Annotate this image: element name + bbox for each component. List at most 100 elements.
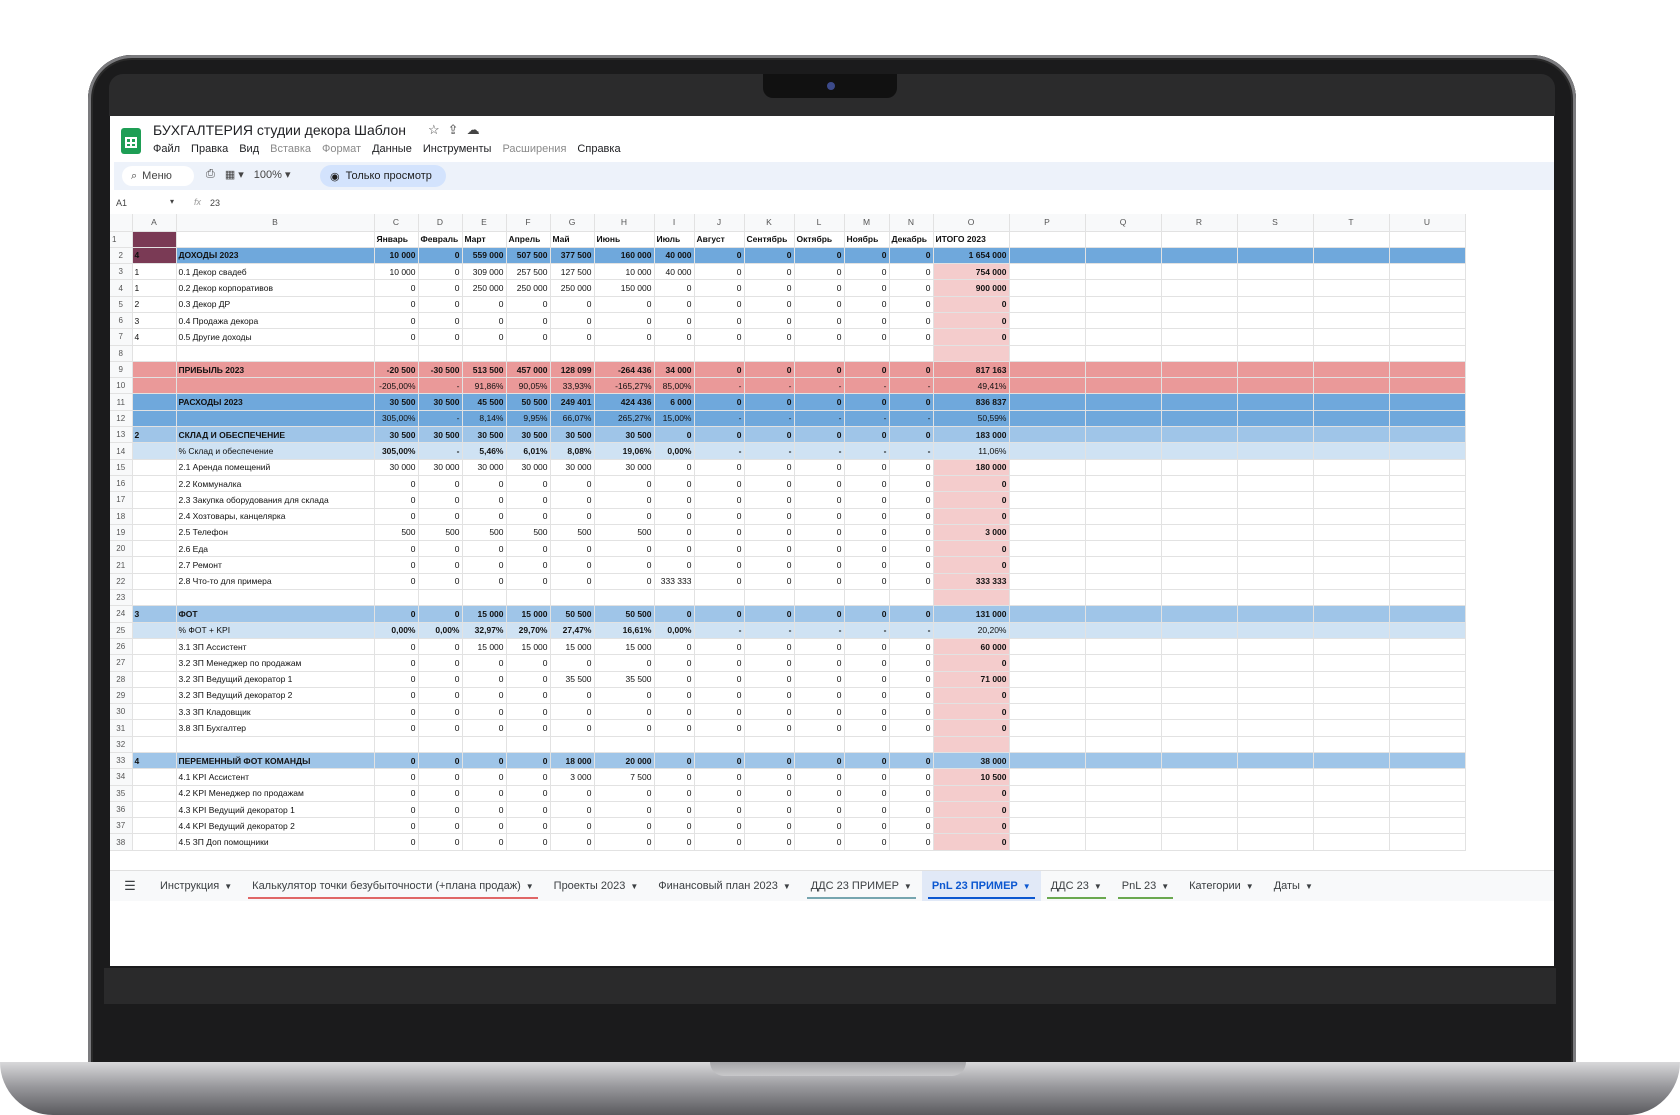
column-header[interactable]: U (1389, 214, 1466, 232)
cell-month-value[interactable]: 0 (374, 719, 419, 737)
cell-month-value[interactable]: 0 (594, 801, 655, 819)
empty-cell[interactable] (1085, 524, 1162, 542)
empty-cell[interactable] (1009, 768, 1086, 786)
cell-category[interactable] (176, 231, 375, 248)
cell-month-value[interactable]: 0 (844, 540, 890, 558)
cell-month-value[interactable] (550, 736, 595, 754)
cell-month-value[interactable]: 0 (744, 687, 795, 705)
empty-cell[interactable] (1161, 638, 1238, 656)
cell-month-value[interactable]: 0 (744, 654, 795, 672)
empty-cell[interactable] (1085, 345, 1162, 362)
cell-month-value[interactable]: 0 (418, 768, 463, 786)
cell-month-value[interactable]: 0 (654, 459, 695, 476)
cell-month-value[interactable]: 0 (889, 654, 934, 672)
cell-month-value[interactable]: 0 (418, 752, 463, 770)
empty-cell[interactable] (1085, 540, 1162, 558)
cell-month-value[interactable]: 0 (794, 785, 845, 802)
empty-cell[interactable] (1313, 801, 1390, 819)
empty-cell[interactable] (1313, 556, 1390, 574)
cell-month-value[interactable]: 30 000 (374, 459, 419, 476)
cell-month-value[interactable]: 0 (844, 801, 890, 819)
empty-cell[interactable] (1389, 475, 1466, 493)
cell-month-value[interactable] (744, 589, 795, 607)
cell-code[interactable] (132, 817, 177, 835)
cell-month-value[interactable]: -205,00% (374, 377, 419, 395)
empty-cell[interactable] (1389, 393, 1466, 411)
empty-cell[interactable] (1085, 263, 1162, 281)
empty-cell[interactable] (1389, 491, 1466, 509)
cell-month-value[interactable]: 0 (744, 426, 795, 444)
cloud-status-icon[interactable]: ☁ (467, 122, 480, 138)
cell-month-value[interactable]: 15 000 (462, 638, 507, 656)
row-header[interactable]: 38 (110, 833, 133, 851)
cell-month-value[interactable]: Март (462, 231, 507, 248)
cell-month-value[interactable]: 0 (654, 671, 695, 688)
cell-month-value[interactable]: 0 (694, 361, 745, 379)
empty-cell[interactable] (1389, 361, 1466, 379)
cell-category[interactable]: ПЕРЕМЕННЫЙ ФОТ КОМАНДЫ (176, 752, 375, 770)
empty-cell[interactable] (1389, 687, 1466, 705)
cell-month-value[interactable]: 0 (506, 785, 551, 802)
cell-month-value[interactable]: 0 (654, 687, 695, 705)
select-all-corner[interactable] (110, 214, 133, 232)
sheet-tab[interactable]: Категории ▼ (1179, 871, 1264, 901)
cell-month-value[interactable]: 0 (654, 605, 695, 623)
cell-code[interactable] (132, 687, 177, 705)
cell-category[interactable] (176, 377, 375, 395)
cell-month-value[interactable]: 30 000 (462, 459, 507, 476)
cell-category[interactable]: 2.4 Хозтовары, канцелярка (176, 508, 375, 525)
cell-month-value[interactable]: 91,86% (462, 377, 507, 395)
cell-month-value[interactable]: 30 500 (418, 393, 463, 411)
empty-cell[interactable] (1161, 279, 1238, 297)
cell-total[interactable]: 131 000 (933, 605, 1010, 623)
empty-cell[interactable] (1161, 752, 1238, 770)
cell-month-value[interactable]: 0 (462, 671, 507, 688)
empty-cell[interactable] (1389, 263, 1466, 281)
cell-month-value[interactable]: 0 (694, 556, 745, 574)
cell-month-value[interactable]: 0 (654, 540, 695, 558)
cell-month-value[interactable]: 160 000 (594, 247, 655, 265)
cell-month-value[interactable]: 45 500 (462, 393, 507, 411)
cell-month-value[interactable]: 0 (374, 752, 419, 770)
cell-month-value[interactable]: 0 (550, 573, 595, 591)
cell-month-value[interactable]: 0 (462, 785, 507, 802)
cell-month-value[interactable]: 0 (462, 719, 507, 737)
cell-total[interactable]: 0 (933, 312, 1010, 330)
cell-category[interactable]: 4.3 KPI Ведущий декоратор 1 (176, 801, 375, 819)
cell-month-value[interactable] (550, 589, 595, 607)
empty-cell[interactable] (1237, 377, 1314, 395)
cell-month-value[interactable]: Декабрь (889, 231, 934, 248)
empty-cell[interactable] (1009, 491, 1086, 509)
empty-cell[interactable] (1389, 279, 1466, 297)
empty-cell[interactable] (1085, 247, 1162, 265)
cell-month-value[interactable]: 0 (744, 817, 795, 835)
empty-cell[interactable] (1389, 703, 1466, 721)
empty-cell[interactable] (1313, 573, 1390, 591)
cell-month-value[interactable]: 0 (550, 540, 595, 558)
cell-month-value[interactable]: - (889, 442, 934, 460)
cell-code[interactable]: 4 (132, 752, 177, 770)
empty-cell[interactable] (1389, 785, 1466, 802)
cell-month-value[interactable]: 10 000 (594, 263, 655, 281)
cell-code[interactable] (132, 377, 177, 395)
cell-month-value[interactable]: 0 (694, 719, 745, 737)
empty-cell[interactable] (1009, 703, 1086, 721)
cell-category[interactable]: 2.2 Коммуналка (176, 475, 375, 493)
cell-month-value[interactable]: 0 (694, 459, 745, 476)
cell-month-value[interactable]: 0 (654, 638, 695, 656)
cell-month-value[interactable]: 500 (550, 524, 595, 542)
cell-month-value[interactable]: 85,00% (654, 377, 695, 395)
cell-month-value[interactable]: 33,93% (550, 377, 595, 395)
empty-cell[interactable] (1313, 752, 1390, 770)
cell-month-value[interactable]: 0 (550, 833, 595, 851)
column-header[interactable]: O (933, 214, 1010, 232)
menu-item[interactable]: Расширения (502, 143, 566, 155)
cell-category[interactable]: 0.5 Другие доходы (176, 328, 375, 346)
cell-total[interactable]: 0 (933, 687, 1010, 705)
empty-cell[interactable] (1085, 426, 1162, 444)
cell-category[interactable]: 4.2 KPI Менеджер по продажам (176, 785, 375, 802)
empty-cell[interactable] (1161, 785, 1238, 802)
cell-month-value[interactable]: - (889, 410, 934, 428)
cell-month-value[interactable]: 0 (744, 556, 795, 574)
cell-month-value[interactable]: 0 (374, 540, 419, 558)
